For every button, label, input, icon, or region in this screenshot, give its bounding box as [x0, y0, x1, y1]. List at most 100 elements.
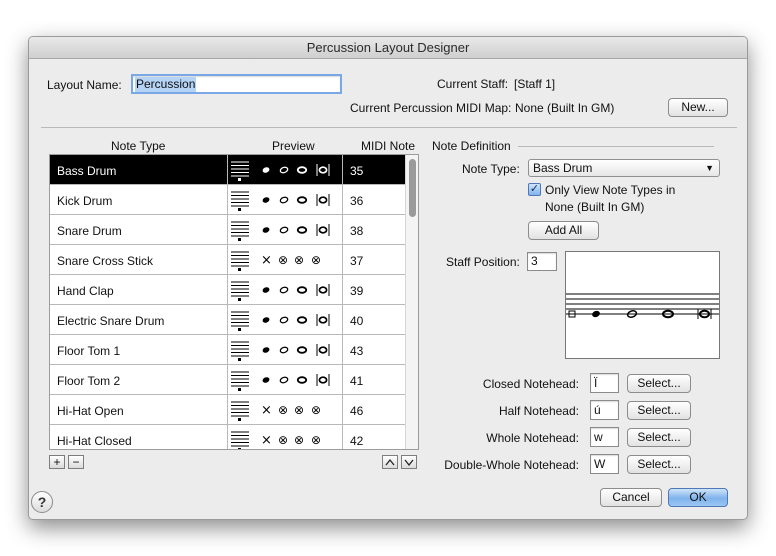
- layout-name-value: Percussion: [135, 77, 197, 92]
- note-type-value: Bass Drum: [533, 161, 593, 175]
- double-whole-notehead-value: W: [594, 457, 606, 471]
- svg-text:×: ×: [261, 433, 272, 448]
- move-up-button[interactable]: [382, 455, 398, 469]
- layout-name-field[interactable]: Percussion: [131, 74, 342, 94]
- only-view-label: Only View Note Types in: [545, 183, 676, 197]
- staff-preview-graphic: [566, 293, 719, 319]
- ok-button[interactable]: OK: [668, 488, 728, 507]
- row-midi-note: 41: [350, 374, 364, 388]
- table-row[interactable]: Hand Clap 39: [50, 275, 406, 305]
- midi-map-value: None (Built In GM): [515, 101, 615, 115]
- row-note-type: Floor Tom 2: [57, 374, 121, 388]
- row-note-type: Kick Drum: [57, 194, 113, 208]
- row-midi-note: 36: [350, 194, 364, 208]
- row-note-type: Hi-Hat Closed: [57, 434, 132, 448]
- table-row[interactable]: Hi-Hat Closed × ⊗ ⊗ ⊗ 42: [50, 425, 406, 449]
- note-type-table: Bass Drum 35 Kick Drum 36 Snare Drum 38 Snare …: [49, 154, 419, 450]
- layout-name-label: Layout Name:: [47, 78, 122, 92]
- note-type-label: Note Type:: [462, 162, 520, 176]
- closed-notehead-label: Closed Notehead:: [482, 377, 579, 391]
- remove-note-button[interactable]: −: [68, 455, 84, 469]
- row-midi-note: 37: [350, 254, 364, 268]
- move-down-button[interactable]: [401, 455, 417, 469]
- scrollbar-thumb[interactable]: [409, 159, 416, 217]
- closed-notehead-field[interactable]: Ï: [590, 373, 619, 393]
- row-preview: [227, 185, 343, 215]
- table-row[interactable]: Snare Drum 38: [50, 215, 406, 245]
- table-row[interactable]: Floor Tom 1 43: [50, 335, 406, 365]
- dialog-window: Percussion Layout Designer Layout Name: …: [28, 36, 748, 520]
- double-whole-notehead-label: Double-Whole Notehead:: [444, 458, 579, 472]
- vertical-scrollbar[interactable]: [405, 155, 418, 449]
- half-notehead-field[interactable]: ú: [590, 400, 619, 420]
- svg-text:⊗: ⊗: [294, 253, 304, 267]
- note-type-popup[interactable]: Bass Drum ▼: [528, 159, 720, 177]
- header-note-type: Note Type: [111, 139, 166, 153]
- svg-text:⊗: ⊗: [311, 253, 321, 267]
- only-view-checkbox[interactable]: ✓: [528, 183, 541, 196]
- row-midi-note: 42: [350, 434, 364, 448]
- note-definition-title: Note Definition: [432, 139, 511, 153]
- row-note-type: Hand Clap: [57, 284, 114, 298]
- svg-text:⊗: ⊗: [278, 403, 288, 417]
- closed-notehead-select-button[interactable]: Select...: [627, 374, 691, 393]
- current-staff-value: [Staff 1]: [514, 77, 556, 91]
- row-preview: [227, 215, 343, 245]
- row-preview: × ⊗ ⊗ ⊗: [227, 425, 343, 449]
- row-preview-icon: [231, 161, 330, 181]
- table-row[interactable]: Snare Cross Stick × ⊗ ⊗ ⊗ 37: [50, 245, 406, 275]
- add-all-button[interactable]: Add All: [528, 221, 599, 240]
- double-whole-notehead-field[interactable]: W: [590, 454, 619, 474]
- whole-notehead-value: w: [594, 430, 603, 444]
- row-preview: [227, 305, 343, 335]
- row-preview-icon: [231, 281, 330, 301]
- chevron-down-icon: [404, 459, 414, 467]
- help-icon: ?: [37, 494, 47, 510]
- row-preview-icon: [231, 341, 330, 361]
- row-midi-note: 39: [350, 284, 364, 298]
- whole-notehead-field[interactable]: w: [590, 427, 619, 447]
- whole-notehead-label: Whole Notehead:: [486, 431, 579, 445]
- row-preview-icon: × ⊗ ⊗ ⊗: [231, 251, 321, 271]
- staff-position-value: 3: [531, 254, 538, 268]
- row-preview: [227, 365, 343, 395]
- table-row[interactable]: Bass Drum 35: [50, 155, 406, 185]
- current-staff-label: Current Staff:: [437, 77, 509, 91]
- row-preview: [227, 335, 343, 365]
- svg-text:⊗: ⊗: [294, 433, 304, 447]
- row-midi-note: 38: [350, 224, 364, 238]
- row-note-type: Bass Drum: [57, 164, 117, 178]
- new-map-button[interactable]: New...: [668, 98, 728, 117]
- table-row[interactable]: Kick Drum 36: [50, 185, 406, 215]
- row-preview: × ⊗ ⊗ ⊗: [227, 395, 343, 425]
- half-notehead-select-button[interactable]: Select...: [627, 401, 691, 420]
- table-row[interactable]: Hi-Hat Open × ⊗ ⊗ ⊗ 46: [50, 395, 406, 425]
- whole-notehead-select-button[interactable]: Select...: [627, 428, 691, 447]
- row-note-type: Hi-Hat Open: [57, 404, 124, 418]
- svg-text:×: ×: [261, 253, 272, 268]
- midi-map-label: Current Percussion MIDI Map:: [350, 101, 512, 115]
- add-note-button[interactable]: +: [49, 455, 65, 469]
- header-midi-note: MIDI Note: [361, 139, 416, 153]
- table-row[interactable]: Electric Snare Drum 40: [50, 305, 406, 335]
- svg-text:⊗: ⊗: [278, 433, 288, 447]
- row-note-type: Electric Snare Drum: [57, 314, 165, 328]
- row-preview-icon: [231, 191, 330, 211]
- staff-position-field[interactable]: 3: [527, 252, 557, 271]
- row-midi-note: 35: [350, 164, 364, 178]
- row-preview-icon: [231, 311, 330, 331]
- half-notehead-label: Half Notehead:: [498, 404, 579, 418]
- double-whole-notehead-select-button[interactable]: Select...: [627, 455, 691, 474]
- row-note-type: Snare Drum: [57, 224, 122, 238]
- help-button[interactable]: ?: [31, 491, 53, 513]
- row-preview-icon: [231, 371, 330, 391]
- row-midi-note: 43: [350, 344, 364, 358]
- cancel-button[interactable]: Cancel: [600, 488, 662, 507]
- table-row[interactable]: Floor Tom 2 41: [50, 365, 406, 395]
- row-preview-icon: × ⊗ ⊗ ⊗: [231, 431, 321, 449]
- row-preview: [227, 155, 343, 185]
- svg-text:×: ×: [261, 403, 272, 418]
- row-note-type: Snare Cross Stick: [57, 254, 154, 268]
- svg-text:⊗: ⊗: [278, 253, 288, 267]
- row-preview: [227, 275, 343, 305]
